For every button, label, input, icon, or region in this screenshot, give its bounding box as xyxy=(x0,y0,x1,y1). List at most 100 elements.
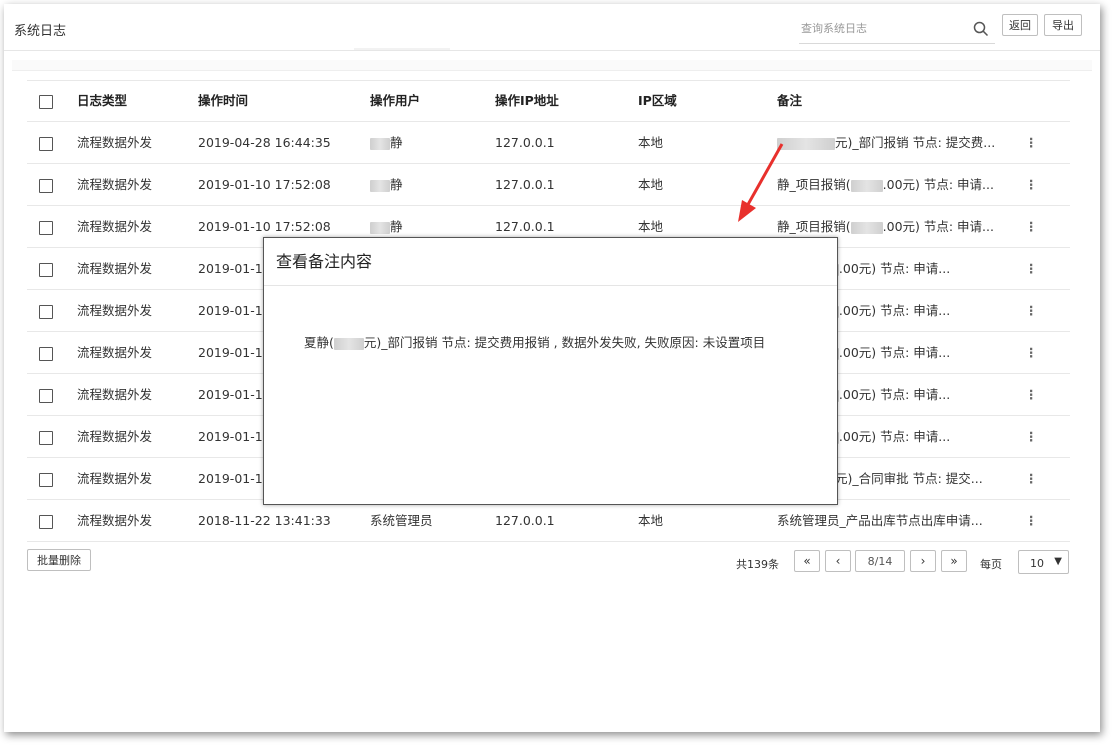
batch-delete-button[interactable]: 批量删除 xyxy=(27,549,91,571)
note-cell[interactable]: 系统管理员_产品出库节点出库申请... xyxy=(777,500,1015,541)
prev-page-icon[interactable]: ‹ xyxy=(825,550,851,572)
more-options-icon[interactable]: ⋮ xyxy=(1025,164,1038,205)
row-checkbox[interactable] xyxy=(39,388,53,403)
row-checkbox[interactable] xyxy=(39,346,53,361)
ip-address: 127.0.0.1 xyxy=(495,177,555,192)
user-name: 静 xyxy=(390,135,403,150)
page-number-input[interactable]: 8/14 xyxy=(855,550,905,572)
back-button[interactable]: 返回 xyxy=(1002,14,1038,36)
modal-divider xyxy=(264,285,837,286)
operation-user: 静 xyxy=(370,164,403,205)
note-part: 元)_部门报销 节点: 提交费... xyxy=(835,135,996,150)
note-text-prefix: 夏静( xyxy=(304,335,334,350)
more-options-icon[interactable]: ⋮ xyxy=(1025,248,1038,289)
ip-address: 127.0.0.1 xyxy=(495,135,555,150)
row-checkbox[interactable] xyxy=(39,514,53,529)
note-part: 系统管理员_产品出库节点出库申请... xyxy=(777,513,983,528)
row-checkbox[interactable] xyxy=(39,220,53,235)
more-options-icon[interactable]: ⋮ xyxy=(1025,416,1038,457)
note-cell[interactable]: 静_项目报销( .00元) 节点: 申请... xyxy=(777,164,1015,205)
modal-title: 查看备注内容 xyxy=(276,252,373,271)
more-options-icon[interactable]: ⋮ xyxy=(1025,458,1038,499)
column-header[interactable]: 操作用户 xyxy=(370,81,420,122)
log-type: 流程数据外发 xyxy=(77,471,153,486)
user-name: 静 xyxy=(390,177,403,192)
last-page-icon[interactable]: » xyxy=(941,550,967,572)
select-all-checkbox[interactable] xyxy=(39,94,53,109)
note-cell[interactable]: 元)_部门报销 节点: 提交费... xyxy=(777,122,1015,163)
note-part: .00元) 节点: 申请... xyxy=(882,177,994,192)
redacted-user xyxy=(370,137,390,150)
user-name: 系统管理员 xyxy=(370,513,433,528)
column-header[interactable]: IP区域 xyxy=(638,81,677,122)
table-row[interactable]: 流程数据外发 2018-11-22 13:41:33 系统管理员 127.0.0.1 本… xyxy=(27,500,1070,542)
table-row[interactable]: 流程数据外发 2019-01-10 17:52:08 静 127.0.0.1 本地 静_项… xyxy=(27,164,1070,206)
column-header[interactable]: 备注 xyxy=(777,81,1015,122)
more-options-icon[interactable]: ⋮ xyxy=(1025,122,1038,163)
total-count: 共139条 xyxy=(736,558,779,571)
per-page-label: 每页 xyxy=(980,558,1002,571)
search-input[interactable] xyxy=(799,15,963,41)
note-part: .00元) 节点: 申请... xyxy=(838,429,951,444)
note-part: .00元) 节点: 申请... xyxy=(838,261,951,276)
operation-time: 2019-01-10 xyxy=(198,429,271,444)
row-checkbox[interactable] xyxy=(39,262,53,277)
column-header[interactable]: 日志类型 xyxy=(77,81,127,122)
ip-region: 本地 xyxy=(638,135,664,150)
more-options-icon[interactable]: ⋮ xyxy=(1025,500,1038,541)
redacted-amount xyxy=(850,179,883,192)
row-checkbox[interactable] xyxy=(39,178,53,193)
log-type: 流程数据外发 xyxy=(77,135,153,150)
per-page-value: 10 xyxy=(1030,557,1044,570)
ip-region: 本地 xyxy=(638,513,664,528)
row-checkbox[interactable] xyxy=(39,304,53,319)
next-page-icon[interactable]: › xyxy=(910,550,936,572)
operation-time: 2019-01-10 xyxy=(198,303,271,318)
note-part: 静_项目报销( xyxy=(777,219,851,234)
ip-region: 本地 xyxy=(638,177,664,192)
table-row[interactable]: 流程数据外发 2019-04-28 16:44:35 静 127.0.0.1 本地 元)_… xyxy=(27,122,1070,164)
note-part: 静_项目报销( xyxy=(777,177,851,192)
operation-time: 2019-01-10 xyxy=(198,387,271,402)
search-icon[interactable] xyxy=(973,21,989,37)
page-title: 系统日志 xyxy=(14,24,67,39)
row-checkbox[interactable] xyxy=(39,472,53,487)
log-type: 流程数据外发 xyxy=(77,429,153,444)
log-type: 流程数据外发 xyxy=(77,387,153,402)
note-part: .00元) 节点: 申请... xyxy=(838,387,951,402)
more-options-icon[interactable]: ⋮ xyxy=(1025,206,1038,247)
per-page-select[interactable]: 10 ▼ xyxy=(1018,550,1069,574)
row-checkbox[interactable] xyxy=(39,136,53,151)
log-type: 流程数据外发 xyxy=(77,177,153,192)
table-header-row: 日志类型 操作时间 操作用户 操作IP地址 IP区域 备注 xyxy=(27,80,1070,122)
row-checkbox[interactable] xyxy=(39,430,53,445)
note-text-suffix: 元)_部门报销 节点: 提交费用报销 , 数据外发失败, 失败原因: 未设置项目 xyxy=(363,335,766,350)
export-button[interactable]: 导出 xyxy=(1044,14,1082,36)
note-modal: 查看备注内容 夏静( 元)_部门报销 节点: 提交费用报销 , 数据外发失败, 失… xyxy=(263,237,838,505)
log-type: 流程数据外发 xyxy=(77,345,153,360)
operation-time: 2019-04-28 16:44:35 xyxy=(198,135,331,150)
column-header[interactable]: 操作IP地址 xyxy=(495,81,559,122)
operation-time: 2019-01-10 17:52:08 xyxy=(198,177,331,192)
redacted-user xyxy=(370,221,390,234)
modal-body-text: 夏静( 元)_部门报销 节点: 提交费用报销 , 数据外发失败, 失败原因: 未设… xyxy=(304,332,765,351)
user-name: 静 xyxy=(390,219,403,234)
page-header: 系统日志 返回 导出 xyxy=(4,4,1100,51)
first-page-icon[interactable]: « xyxy=(794,550,820,572)
column-header[interactable]: 操作时间 xyxy=(198,81,248,122)
more-options-icon[interactable]: ⋮ xyxy=(1025,290,1038,331)
operation-time: 2019-01-10 xyxy=(198,471,271,486)
search-box[interactable] xyxy=(799,15,995,44)
more-options-icon[interactable]: ⋮ xyxy=(1025,374,1038,415)
note-part: .00元) 节点: 申请... xyxy=(838,303,951,318)
caret-down-icon: ▼ xyxy=(1054,556,1062,567)
note-part: 元)_合同审批 节点: 提交... xyxy=(835,471,983,486)
note-part: .00元) 节点: 申请... xyxy=(838,345,951,360)
operation-user: 静 xyxy=(370,122,403,163)
log-type: 流程数据外发 xyxy=(77,513,153,528)
log-type: 流程数据外发 xyxy=(77,219,153,234)
operation-time: 2019-01-10 xyxy=(198,261,271,276)
operation-time: 2018-11-22 13:41:33 xyxy=(198,513,331,528)
more-options-icon[interactable]: ⋮ xyxy=(1025,332,1038,373)
redacted-text xyxy=(777,137,835,150)
